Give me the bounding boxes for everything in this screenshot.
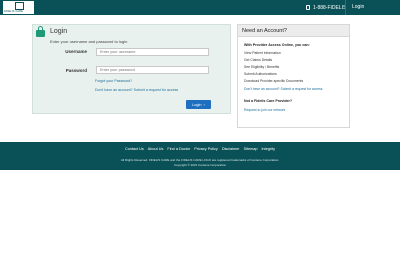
not-provider-heading: Not a Fidelis Care Provider?	[244, 99, 293, 103]
password-label: Password	[65, 68, 87, 73]
list-item: See Eligibility / Benefits	[244, 65, 280, 69]
forgot-password-link[interactable]: Forgot your Password?	[95, 79, 132, 83]
phone-icon	[306, 5, 310, 10]
phone-label: 1-888-FIDELIS	[313, 4, 347, 11]
list-item: Get Claims Details	[244, 58, 273, 62]
join-network-link[interactable]: Request to join our network	[244, 108, 285, 112]
phone-number[interactable]: 1-888-FIDELIS	[306, 3, 346, 12]
login-button[interactable]: Login ›	[186, 100, 211, 109]
logo-text: FIDELIS CARE	[4, 10, 23, 13]
login-panel: Login Enter your username and password t…	[32, 24, 231, 114]
list-item: View Patient Information	[244, 51, 281, 55]
fidelis-care-logo[interactable]: FIDELIS CARE	[2, 0, 35, 15]
footer-link-contact[interactable]: Contact Us	[125, 147, 144, 151]
account-request-link[interactable]: Don't have an account? Submit a request …	[244, 87, 323, 91]
footer-links: Contact Us About Us Find a Doctor Privac…	[0, 147, 400, 151]
footer-link-disclaimer[interactable]: Disclaimer	[222, 147, 240, 151]
top-bar: FIDELIS CARE 1-888-FIDELIS Login	[0, 0, 400, 15]
footer-link-privacy[interactable]: Privacy Policy	[194, 147, 218, 151]
need-account-panel: Need an Account? With Provider Access On…	[237, 24, 350, 128]
header-login-link[interactable]: Login	[352, 4, 364, 10]
footer-rights: All Rights Reserved. FIDELIS CARE and th…	[120, 158, 280, 162]
footer-link-find-doctor[interactable]: Find a Doctor	[167, 147, 190, 151]
login-button-label: Login	[192, 102, 202, 107]
footer-link-sitemap[interactable]: Sitemap	[244, 147, 258, 151]
top-divider	[345, 0, 346, 15]
list-item: Download Provider-specific Documents	[244, 79, 304, 83]
footer-copyright: Copyright © 2021 Centene Corporation	[173, 163, 227, 167]
need-account-title: Need an Account?	[242, 28, 287, 34]
username-input[interactable]	[96, 48, 209, 56]
footer-link-integrity[interactable]: Integrity	[262, 147, 276, 151]
footer: Contact Us About Us Find a Doctor Privac…	[0, 142, 400, 170]
chevron-right-icon: ›	[203, 102, 205, 107]
list-item: Submit Authorizations	[244, 72, 277, 76]
request-access-link[interactable]: Don't have an account? Submit a request …	[95, 88, 178, 92]
login-subtitle: Enter your username and password to logi…	[50, 39, 128, 44]
account-intro: With Provider Access Online, you can:	[244, 43, 310, 47]
unlock-icon	[36, 26, 45, 37]
need-account-header: Need an Account?	[238, 25, 349, 37]
password-input[interactable]	[96, 66, 209, 74]
logo-mark-icon	[15, 2, 24, 10]
username-label: Username	[65, 49, 87, 54]
footer-link-about[interactable]: About Us	[148, 147, 164, 151]
login-title: Login	[50, 28, 68, 35]
